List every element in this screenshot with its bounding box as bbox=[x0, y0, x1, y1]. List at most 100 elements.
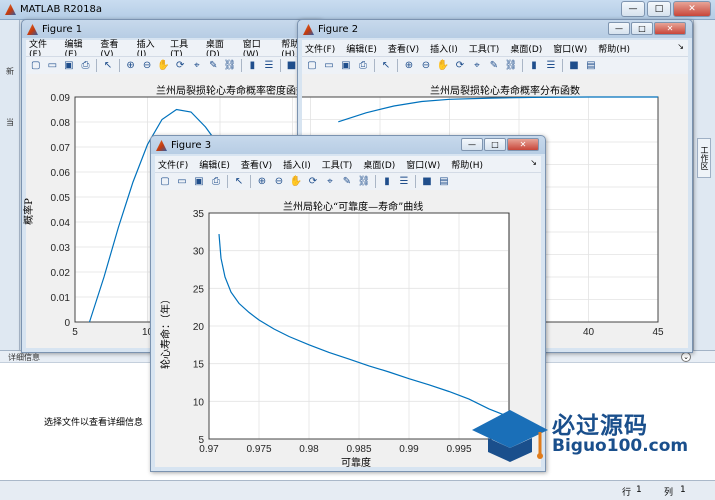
menu-item[interactable]: 工具(T) bbox=[469, 42, 500, 55]
open-icon[interactable]: ▭ bbox=[46, 59, 60, 72]
menu-item[interactable]: 帮助(H) bbox=[451, 158, 483, 171]
menu-item[interactable]: 插入(I) bbox=[430, 42, 458, 55]
minimize-button[interactable]: — bbox=[621, 1, 645, 17]
dock-arrow-icon[interactable]: ↘ bbox=[677, 42, 684, 51]
x-tick-label: 45 bbox=[652, 327, 664, 338]
toolbar-separator bbox=[415, 175, 416, 188]
toolbar-separator bbox=[279, 59, 281, 72]
workspace-tab[interactable]: 工作区 bbox=[697, 138, 711, 178]
brush-icon[interactable]: ✎ bbox=[487, 59, 501, 72]
zoom-in-icon[interactable]: ⊕ bbox=[255, 175, 269, 188]
menu-item[interactable]: 查看(V) bbox=[241, 158, 272, 171]
maximize-button[interactable]: □ bbox=[647, 1, 671, 17]
graduation-cap-logo bbox=[472, 410, 548, 462]
legend-icon[interactable]: ☰ bbox=[397, 175, 411, 188]
menu-item[interactable]: 窗口(W) bbox=[553, 42, 587, 55]
open-icon[interactable]: ▭ bbox=[322, 59, 336, 72]
menu-item[interactable]: 文件(F) bbox=[158, 158, 188, 171]
figure-3-titlebar: Figure 3 — □ ✕ bbox=[151, 136, 545, 155]
new-figure-icon[interactable]: ▢ bbox=[305, 59, 319, 72]
show-plot-tools-icon[interactable]: ▤ bbox=[584, 59, 598, 72]
close-button[interactable]: ✕ bbox=[673, 1, 711, 17]
menu-item[interactable]: 插入(I) bbox=[283, 158, 311, 171]
y-tick-label: 15 bbox=[193, 360, 205, 371]
rotate-icon[interactable]: ⟳ bbox=[306, 175, 320, 188]
print-icon[interactable]: ⎙ bbox=[209, 175, 223, 188]
zoom-out-icon[interactable]: ⊖ bbox=[272, 175, 286, 188]
pan-icon[interactable]: ✋ bbox=[157, 59, 171, 72]
save-icon[interactable]: ▣ bbox=[339, 59, 353, 72]
toolbar-separator bbox=[118, 59, 120, 72]
figure-2-maximize-button[interactable]: □ bbox=[631, 22, 653, 35]
figure-2-menubar: 文件(F) 编辑(E) 查看(V) 插入(I) 工具(T) 桌面(D) 窗口(W) 帮助(H)… bbox=[302, 40, 688, 56]
colorbar-icon[interactable]: ▮ bbox=[527, 59, 541, 72]
rotate-icon[interactable]: ⟳ bbox=[173, 59, 187, 72]
show-plot-tools-icon[interactable]: ▤ bbox=[437, 175, 451, 188]
y-tick-label: 0.09 bbox=[51, 93, 71, 104]
brush-icon[interactable]: ✎ bbox=[207, 59, 221, 72]
pointer-icon[interactable]: ↖ bbox=[101, 59, 115, 72]
rotate-icon[interactable]: ⟳ bbox=[453, 59, 467, 72]
zoom-in-icon[interactable]: ⊕ bbox=[402, 59, 416, 72]
pan-icon[interactable]: ✋ bbox=[436, 59, 450, 72]
pan-icon[interactable]: ✋ bbox=[289, 175, 303, 188]
figure-1-toolbar: ▢▭▣⎙↖⊕⊖✋⟳⌖✎⛓▮☰■▤ bbox=[26, 56, 318, 74]
hide-plot-tools-icon[interactable]: ■ bbox=[420, 175, 434, 188]
figure-1-menubar: 文件(F) 编辑(E) 查看(V) 插入(I) 工具(T) 桌面(D) 窗口(W) 帮助(H)… bbox=[26, 40, 318, 60]
menu-item[interactable]: 查看(V) bbox=[388, 42, 419, 55]
data-cursor-icon[interactable]: ⌖ bbox=[470, 59, 484, 72]
new-figure-icon[interactable]: ▢ bbox=[29, 59, 43, 72]
x-tick-label: 0.99 bbox=[399, 444, 419, 455]
menu-item[interactable]: 编辑(E) bbox=[346, 42, 377, 55]
collapse-icon[interactable]: ⌄ bbox=[681, 352, 691, 362]
colorbar-icon[interactable]: ▮ bbox=[380, 175, 394, 188]
matlab-logo-icon bbox=[27, 24, 38, 35]
print-icon[interactable]: ⎙ bbox=[356, 59, 370, 72]
y-tick-label: 10 bbox=[193, 397, 205, 408]
menu-item[interactable]: 桌面(D) bbox=[510, 42, 542, 55]
link-icon[interactable]: ⛓ bbox=[504, 59, 518, 72]
matlab-logo-icon bbox=[5, 4, 16, 15]
figure-3-toolbar: ▢ ▭ ▣ ⎙ ↖ ⊕ ⊖ ✋ ⟳ ⌖ ✎ ⛓ ▮ ☰ ■ ▤ bbox=[155, 172, 541, 190]
figure-3-close-button[interactable]: ✕ bbox=[507, 138, 539, 151]
brush-icon[interactable]: ✎ bbox=[340, 175, 354, 188]
row-value: 1 bbox=[636, 485, 642, 495]
pointer-icon[interactable]: ↖ bbox=[379, 59, 393, 72]
menu-item[interactable]: 桌面(D) bbox=[363, 158, 395, 171]
y-tick-label: 0.04 bbox=[51, 218, 71, 229]
zoom-in-icon[interactable]: ⊕ bbox=[124, 59, 138, 72]
y-tick-label: 0 bbox=[64, 318, 70, 329]
legend-icon[interactable]: ☰ bbox=[262, 59, 276, 72]
menu-item[interactable]: 文件(F) bbox=[305, 42, 335, 55]
save-icon[interactable]: ▣ bbox=[192, 175, 206, 188]
figure-2-minimize-button[interactable]: — bbox=[608, 22, 630, 35]
toolbar-separator bbox=[240, 59, 242, 72]
menu-item[interactable]: 窗口(W) bbox=[406, 158, 440, 171]
pointer-icon[interactable]: ↖ bbox=[232, 175, 246, 188]
legend-icon[interactable]: ☰ bbox=[544, 59, 558, 72]
col-label: 列 bbox=[664, 488, 674, 498]
new-figure-icon[interactable]: ▢ bbox=[158, 175, 172, 188]
dock-arrow-icon[interactable]: ↘ bbox=[530, 158, 537, 167]
figure-3-maximize-button[interactable]: □ bbox=[484, 138, 506, 151]
menu-item[interactable]: 帮助(H) bbox=[598, 42, 630, 55]
open-icon[interactable]: ▭ bbox=[175, 175, 189, 188]
x-tick-label: 40 bbox=[583, 327, 595, 338]
data-cursor-icon[interactable]: ⌖ bbox=[190, 59, 204, 72]
figure-2-close-button[interactable]: ✕ bbox=[654, 22, 686, 35]
menu-item[interactable]: 编辑(E) bbox=[199, 158, 230, 171]
figure-3-minimize-button[interactable]: — bbox=[461, 138, 483, 151]
menu-item[interactable]: 工具(T) bbox=[322, 158, 353, 171]
colorbar-icon[interactable]: ▮ bbox=[246, 59, 260, 72]
data-cursor-icon[interactable]: ⌖ bbox=[323, 175, 337, 188]
print-icon[interactable]: ⎙ bbox=[79, 59, 93, 72]
save-icon[interactable]: ▣ bbox=[62, 59, 76, 72]
y-tick-label: 0.06 bbox=[51, 168, 71, 179]
right-panel-strip: 工作区 bbox=[693, 20, 715, 350]
hide-plot-tools-icon[interactable]: ■ bbox=[567, 59, 581, 72]
link-icon[interactable]: ⛓ bbox=[357, 175, 371, 188]
matlab-titlebar: MATLAB R2018a — □ ✕ bbox=[0, 0, 715, 20]
zoom-out-icon[interactable]: ⊖ bbox=[419, 59, 433, 72]
zoom-out-icon[interactable]: ⊖ bbox=[140, 59, 154, 72]
link-icon[interactable]: ⛓ bbox=[223, 59, 237, 72]
